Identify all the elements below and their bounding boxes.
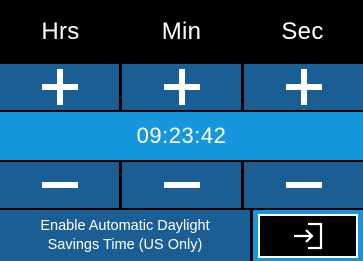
- minus-icon: [41, 182, 78, 188]
- decrement-button-row: [0, 162, 363, 208]
- plus-icon: [285, 69, 322, 105]
- hours-decrement-button[interactable]: [0, 162, 119, 208]
- enable-dst-button[interactable]: Enable Automatic Daylight Savings Time (…: [0, 210, 250, 261]
- enable-dst-label: Enable Automatic Daylight Savings Time (…: [40, 217, 209, 255]
- hours-increment-button[interactable]: [0, 64, 119, 110]
- minus-icon: [163, 182, 200, 188]
- hours-column-label: Hrs: [41, 18, 80, 45]
- enter-button-face: [258, 213, 358, 258]
- enable-dst-label-line2: Savings Time (US Only): [47, 236, 203, 253]
- enter-icon: [294, 222, 323, 249]
- seconds-decrement-button[interactable]: [244, 162, 363, 208]
- time-value: 09:23:42: [136, 123, 227, 148]
- time-display: 09:23:42: [0, 112, 363, 160]
- column-header-row: Hrs Min Sec: [0, 0, 363, 64]
- enter-button[interactable]: [253, 210, 363, 261]
- plus-icon: [163, 69, 200, 105]
- seconds-column-label: Sec: [281, 18, 324, 45]
- minutes-increment-button[interactable]: [122, 64, 241, 110]
- enable-dst-label-line1: Enable Automatic Daylight: [40, 217, 210, 234]
- bottom-row: Enable Automatic Daylight Savings Time (…: [0, 210, 363, 261]
- minutes-column-label: Min: [161, 18, 202, 45]
- minus-icon: [285, 182, 322, 188]
- increment-button-row: [0, 64, 363, 110]
- plus-icon: [41, 69, 78, 105]
- minutes-decrement-button[interactable]: [122, 162, 241, 208]
- seconds-increment-button[interactable]: [244, 64, 363, 110]
